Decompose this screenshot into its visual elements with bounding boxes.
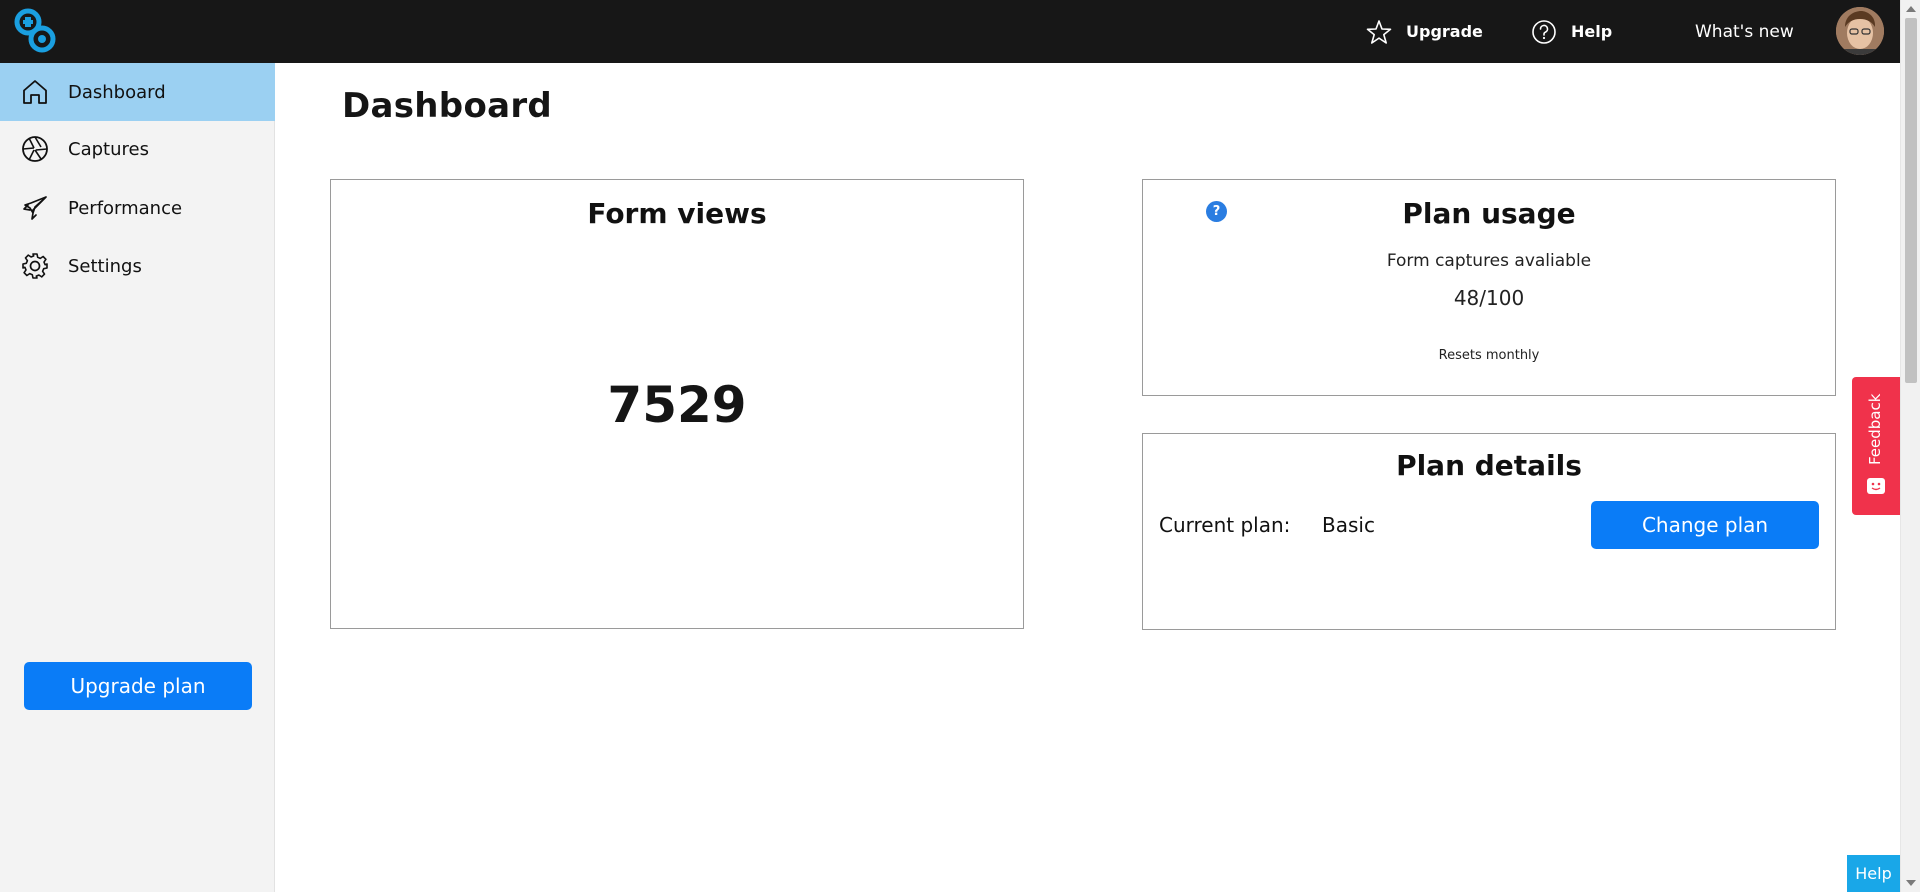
upgrade-label: Upgrade — [1406, 22, 1483, 41]
top-navigation-bar: Upgrade Help What's new — [0, 0, 1900, 63]
help-label: Help — [1571, 22, 1613, 41]
sidebar-item-label: Performance — [68, 197, 183, 219]
sidebar-item-label: Dashboard — [68, 81, 166, 103]
current-plan-label: Current plan: — [1159, 513, 1291, 537]
help-widget-button[interactable]: Help — [1847, 855, 1900, 892]
feedback-label: Feedback — [1866, 393, 1884, 465]
scroll-down-arrow-icon[interactable] — [1906, 880, 1916, 886]
upgrade-plan-button[interactable]: Upgrade plan — [24, 662, 252, 710]
upgrade-link[interactable]: Upgrade — [1366, 0, 1483, 63]
plan-usage-title: Plan usage — [1402, 197, 1576, 230]
current-plan-value: Basic — [1322, 513, 1375, 537]
form-captures-label: Form captures avaliable — [1386, 251, 1592, 271]
aperture-icon — [20, 134, 50, 164]
help-link[interactable]: Help — [1531, 0, 1612, 63]
plan-usage-card: ? Plan usage Form captures avaliable 48/… — [1142, 179, 1836, 396]
home-icon — [20, 77, 50, 107]
plan-details-card: Plan details Current plan: Basic Change … — [1142, 433, 1836, 630]
star-icon — [1366, 19, 1392, 45]
plan-details-title: Plan details — [1396, 449, 1582, 482]
form-views-value: 7529 — [607, 376, 747, 434]
sidebar-item-performance[interactable]: Performance — [0, 179, 275, 237]
sidebar-item-dashboard[interactable]: Dashboard — [0, 63, 275, 121]
sidebar-item-label: Captures — [68, 138, 149, 160]
form-captures-value: 48/100 — [1453, 286, 1525, 310]
change-plan-button[interactable]: Change plan — [1591, 501, 1819, 549]
sidebar: Dashboard Captures Performance Settings … — [0, 63, 275, 892]
smiley-chat-icon — [1866, 477, 1886, 495]
app-logo[interactable] — [14, 7, 58, 55]
scroll-up-arrow-icon[interactable] — [1906, 6, 1916, 12]
sidebar-item-settings[interactable]: Settings — [0, 237, 275, 295]
feedback-tab[interactable]: Feedback — [1852, 377, 1900, 515]
vertical-scrollbar[interactable] — [1900, 0, 1920, 892]
sidebar-item-label: Settings — [68, 255, 142, 277]
resets-monthly-note: Resets monthly — [1438, 348, 1540, 363]
page-title: Dashboard — [342, 86, 553, 126]
scroll-thumb[interactable] — [1905, 18, 1917, 383]
form-views-title: Form views — [587, 197, 767, 230]
question-circle-icon — [1531, 19, 1557, 45]
form-views-card: Form views 7529 — [330, 179, 1024, 629]
rocket-icon — [20, 193, 50, 223]
whats-new-link[interactable]: What's new — [1695, 0, 1794, 63]
sidebar-item-captures[interactable]: Captures — [0, 120, 275, 178]
gear-icon — [20, 251, 50, 281]
user-avatar[interactable] — [1836, 7, 1884, 55]
